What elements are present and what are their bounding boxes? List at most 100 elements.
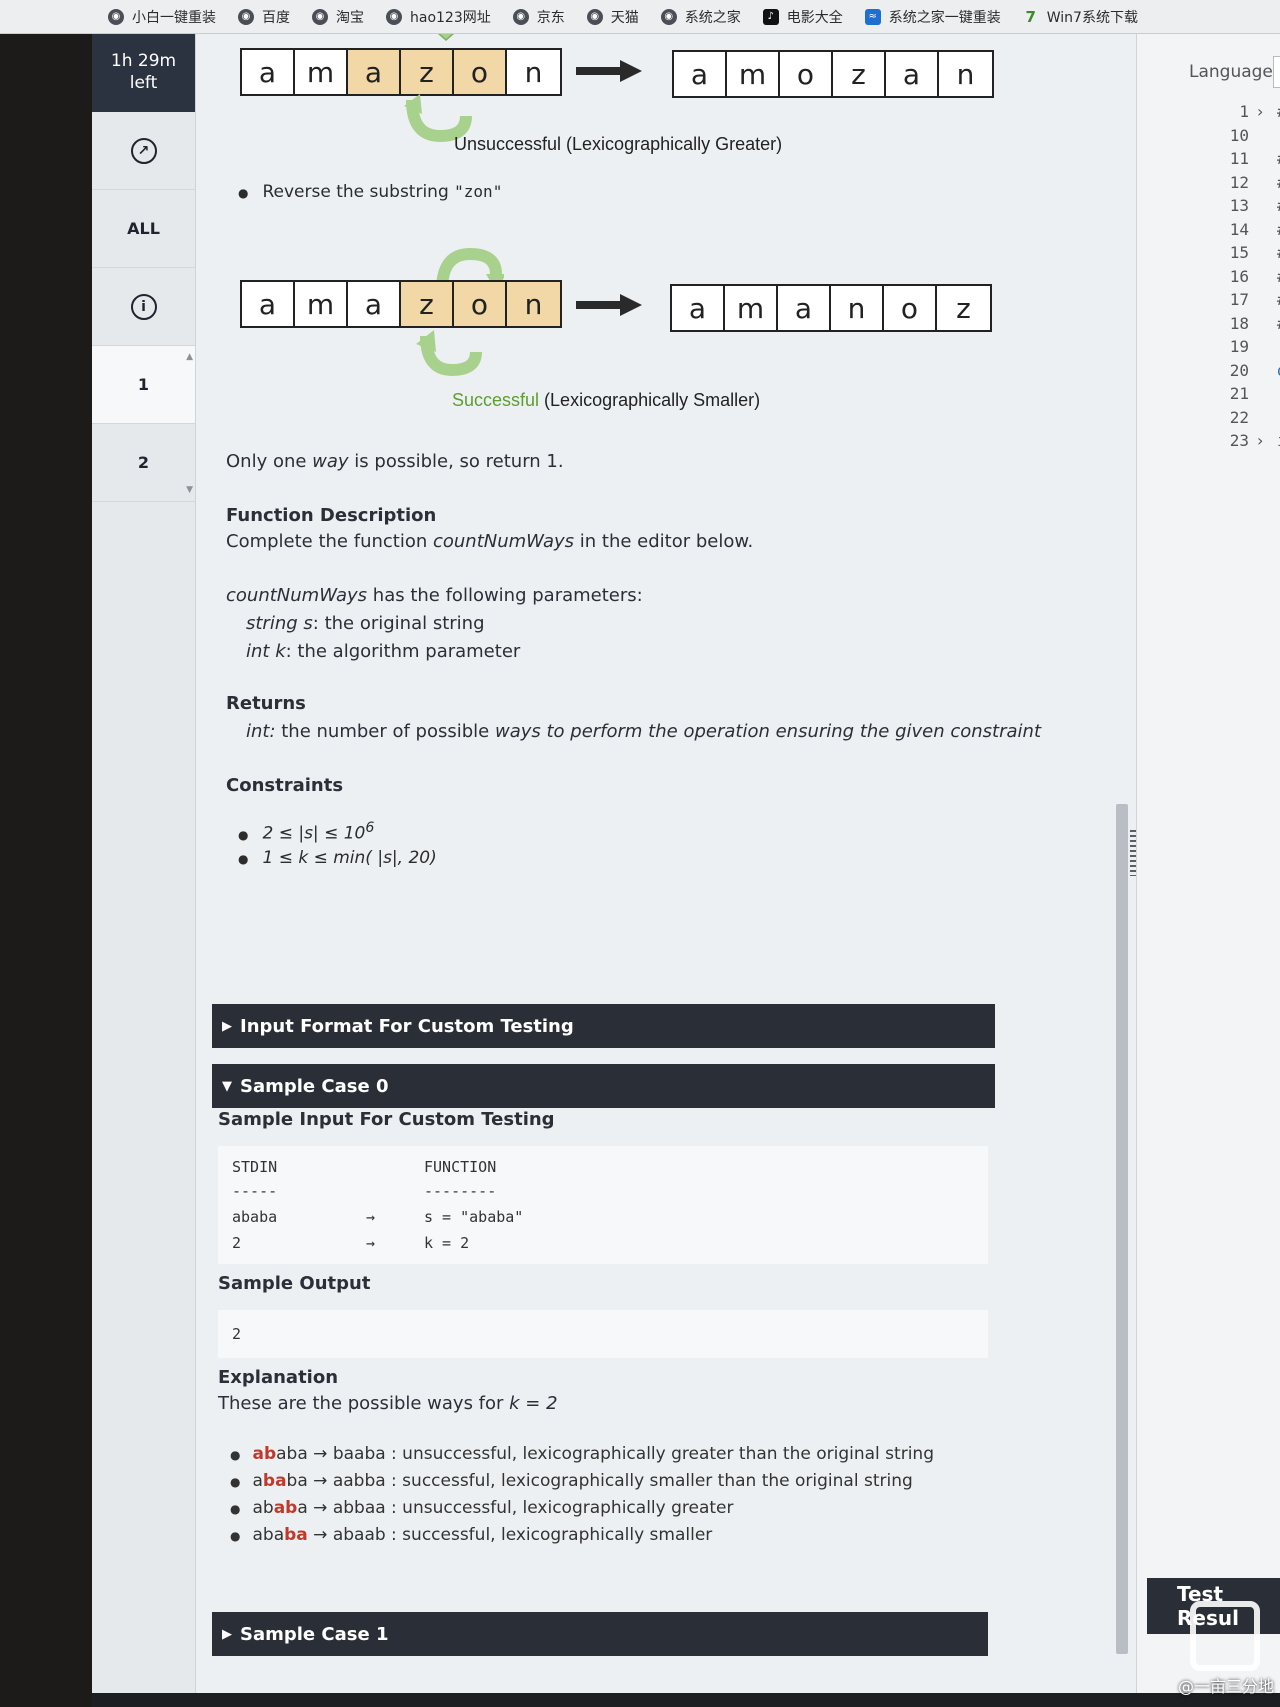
- param-desc: : the algorithm parameter: [285, 641, 521, 662]
- time-remaining: 1h 29m left: [92, 34, 195, 112]
- rail-question-2[interactable]: 2 ▼: [92, 424, 195, 502]
- function-description-heading: Function Description: [226, 505, 437, 526]
- problem-statement-panel: amazon amozan Unsuccessful (Lexicographi…: [196, 34, 1136, 1694]
- bookmark-item[interactable]: ◉ 京东: [512, 7, 565, 27]
- char-cell: a: [672, 286, 725, 330]
- rail-question-1-label: 1: [137, 375, 150, 394]
- language-label: Language: [1189, 62, 1273, 82]
- bookmark-label: 天猫: [610, 9, 639, 26]
- return-type: int:: [246, 721, 276, 742]
- explanation-text: ababa → abaab : successful, lexicographi…: [252, 1525, 712, 1545]
- line-number: 17: [1229, 290, 1249, 309]
- section-title: Sample Case 0: [240, 1075, 389, 1097]
- way-red: ba: [262, 1471, 287, 1491]
- char-cell: a: [348, 50, 401, 94]
- sample-case-1-toggle[interactable]: ▶ Sample Case 1: [212, 1612, 988, 1656]
- way-result: → abaab : successful, lexicographically …: [307, 1525, 713, 1545]
- constraint-text: 2 ≤ |s| ≤ 106: [262, 820, 374, 844]
- function-header: FUNCTION: [424, 1158, 497, 1176]
- expand-icon: ▶: [222, 1626, 232, 1642]
- rail-all-questions[interactable]: ALL: [92, 190, 195, 268]
- returns-heading: Returns: [226, 693, 306, 714]
- char-cell: a: [886, 52, 939, 96]
- globe-icon: ◉: [238, 8, 254, 25]
- transform-arrow-icon: [576, 294, 642, 316]
- param-type: int k: [246, 641, 286, 662]
- fold-chevron-icon[interactable]: ›: [1257, 102, 1263, 121]
- param-k: int k: the algorithm parameter: [246, 638, 520, 665]
- rail-link-button[interactable]: ↗: [92, 112, 195, 190]
- xitong-icon: ≈: [864, 8, 881, 25]
- bookmark-item[interactable]: ◉ 系统之家: [660, 7, 741, 27]
- text-part: Only one: [226, 451, 313, 472]
- text-part: is possible, so return 1.: [348, 451, 564, 472]
- fold-chevron-icon[interactable]: ›: [1257, 431, 1263, 450]
- way-pre: aba: [252, 1525, 285, 1545]
- sample-output-heading: Sample Output: [218, 1273, 371, 1294]
- watermark-seal: [1190, 1601, 1260, 1671]
- bookmark-item[interactable]: ◉ hao123网址: [386, 7, 491, 27]
- bullet-code: "zon": [454, 182, 503, 201]
- bookmark-label: 京东: [536, 9, 565, 26]
- transform-arrow-icon: [576, 60, 642, 82]
- bookmark-label: 小白一键重装: [132, 9, 216, 26]
- rail-scroll-down-icon[interactable]: ▼: [186, 485, 193, 495]
- panel-scrollbar[interactable]: [1116, 804, 1128, 1654]
- char-cell: a: [674, 52, 727, 96]
- sample-case-0-toggle[interactable]: ▼ Sample Case 0: [212, 1064, 995, 1108]
- line-number: 11: [1229, 149, 1249, 168]
- bookmark-item[interactable]: ♪ 电影大全: [762, 7, 843, 27]
- rail-scroll-up-icon[interactable]: ▲: [186, 352, 193, 362]
- caption-detail: (Lexicographically Smaller): [539, 390, 761, 410]
- explanation-item: ● ababa → aabba : successful, lexicograph…: [230, 1471, 913, 1491]
- globe-icon: ◉: [660, 8, 677, 25]
- bookmark-item[interactable]: ◉ 天猫: [586, 7, 639, 27]
- way-red: ab: [273, 1498, 298, 1518]
- bookmark-item[interactable]: ≈ 系统之家一键重装: [864, 7, 1001, 27]
- timer-value: 1h 29m: [110, 51, 177, 71]
- input-format-toggle[interactable]: ▶ Input Format For Custom Testing: [212, 1004, 995, 1048]
- line-number: 15: [1229, 243, 1249, 262]
- bullet-dot: ●: [230, 1448, 241, 1462]
- char-cell: n: [956, 57, 975, 91]
- way-post: ba: [286, 1471, 308, 1491]
- char-cell: n: [507, 282, 560, 326]
- maps-to-arrow: →: [366, 1234, 376, 1252]
- bookmark-item[interactable]: ◉ 小白一键重装: [108, 7, 216, 27]
- info-icon: i: [130, 293, 157, 320]
- stdin-divider: -----: [232, 1182, 278, 1200]
- char-cell: m: [295, 50, 348, 94]
- bookmark-label: Win7系统下载: [1046, 9, 1138, 26]
- line-number: 21: [1229, 384, 1249, 403]
- way-red: ba: [284, 1525, 308, 1545]
- timer-suffix: left: [129, 73, 158, 93]
- language-select[interactable]: [1273, 56, 1280, 88]
- bookmark-item[interactable]: 7 Win7系统下载: [1023, 7, 1138, 27]
- bookmark-label: hao123网址: [410, 9, 491, 26]
- rail-question-1[interactable]: 1 ▲: [92, 346, 195, 424]
- bullet-dot: ●: [230, 1529, 241, 1543]
- constraint-base: 2 ≤ |s| ≤ 10: [262, 823, 366, 844]
- function-value: s = "ababa": [424, 1208, 524, 1226]
- explanation-text: These are the possible ways for k = 2: [218, 1390, 558, 1417]
- line-number: 10: [1229, 125, 1249, 145]
- tiktok-icon: ♪: [762, 8, 779, 25]
- output-value: 2: [232, 1325, 242, 1343]
- way-red: ab: [252, 1444, 277, 1464]
- text-part: These are the possible ways for: [218, 1393, 510, 1414]
- rail-info-button[interactable]: i: [92, 268, 195, 346]
- char-cell: a: [242, 50, 295, 94]
- rail-all-label: ALL: [127, 219, 160, 238]
- bookmark-item[interactable]: ◉ 百度: [238, 7, 290, 27]
- line-number: 23: [1229, 431, 1249, 450]
- bookmark-item[interactable]: ◉ 淘宝: [312, 7, 364, 27]
- stdin-value: 2: [232, 1234, 242, 1252]
- explanation-text: ababa → aabba : successful, lexicographi…: [252, 1471, 912, 1491]
- way-pre: a: [252, 1471, 263, 1491]
- sample-input-heading: Sample Input For Custom Testing: [218, 1109, 555, 1130]
- param-desc: : the original string: [312, 613, 485, 634]
- text-part: has the following parameters:: [367, 585, 643, 606]
- text-part: k = 2: [509, 1393, 558, 1414]
- globe-icon: ◉: [512, 8, 529, 25]
- function-description-text: Complete the function countNumWays in th…: [226, 528, 753, 555]
